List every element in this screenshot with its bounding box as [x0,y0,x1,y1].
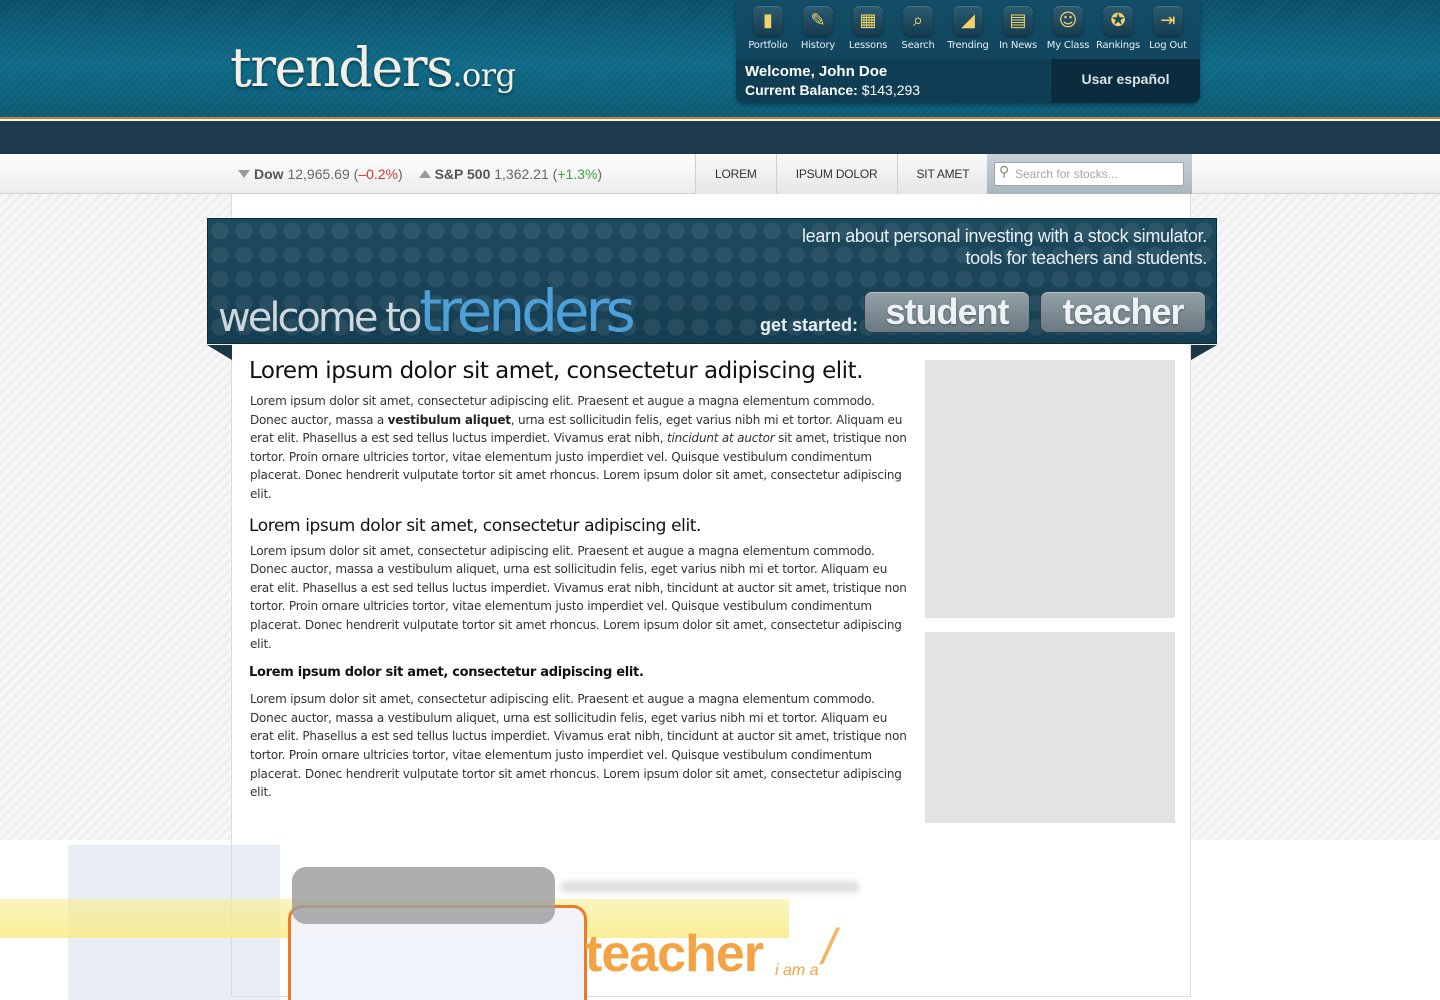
nav-label: Portfolio [748,40,788,51]
faded-iama-text: i am a [775,962,819,979]
tab-sit-amet[interactable]: Sit Amet [896,154,990,194]
tab-ipsum-dolor[interactable]: Ipsum Dolor [775,154,897,194]
language-toggle-button[interactable]: Usar español [1051,59,1200,103]
section-tabs: Lorem Ipsum Dolor Sit Amet [695,154,990,194]
magnifier-icon: ⚲ [999,164,1010,180]
tagline-line-2: tools for teachers and students. [965,248,1207,268]
ad-placeholder-bottom [925,632,1175,823]
article-heading-1: Lorem ipsum dolor sit amet, consectetur … [249,358,863,384]
tab-lorem[interactable]: Lorem [695,154,776,194]
ad-placeholder-top [925,360,1175,618]
sp500-name: S&P 500 [434,166,491,182]
down-arrow-icon [238,170,250,178]
nav-label: Rankings [1095,40,1141,51]
welcome-heading: welcome totrenders [218,277,636,345]
logo-main-text: trenders [230,36,454,99]
welcome-prefix: welcome to [218,295,422,341]
faded-shadow [560,881,860,893]
nav-label: Trending [947,40,989,51]
nav-rankings[interactable]: ✪ Rankings [1093,6,1143,56]
nav-history[interactable]: ✎ History [793,6,843,56]
dow-value: 12,965.69 [287,166,350,182]
market-ticker: Dow 12,965.69 (–0.2%) S&P 500 1,362.21 (… [238,166,602,182]
nav-label: Log Out [1149,40,1187,51]
nav-portfolio[interactable]: ▮ Portfolio [743,6,793,56]
site-header: trenders.org [0,0,1440,119]
stock-search: ⚲ [987,154,1192,194]
nav-label: History [800,40,836,51]
balance-label: Current Balance: [745,82,858,98]
log-out-icon: ⇥ [1153,6,1183,36]
article-paragraph-2: Lorem ipsum dolor sit amet, consectetur … [250,543,907,651]
nav-search[interactable]: ⌕ Search [893,6,943,56]
nav-label: My Class [1046,40,1090,51]
nav-in-news[interactable]: ▤ In News [993,6,1043,56]
search-icon: ⌕ [903,6,933,36]
my-class-icon: ☺ [1053,6,1083,36]
welcome-text: Welcome, John Doe [745,63,888,80]
article-paragraph-1: Lorem ipsum dolor sit amet, consectetur … [249,392,909,504]
article: Lorem ipsum dolor sit amet, consectetur … [249,358,909,802]
dow-name: Dow [254,166,284,182]
banner-tagline: learn about personal investing with a st… [802,225,1207,269]
stock-search-input[interactable] [1015,165,1180,183]
nav-label: Lessons [848,40,888,51]
history-icon: ✎ [803,6,833,36]
article-heading-2: Lorem ipsum dolor sit amet, consectetur … [249,515,702,536]
article-paragraph-3: Lorem ipsum dolor sit amet, consectetur … [250,692,907,800]
tagline-line-1: learn about personal investing with a st… [801,226,1207,246]
nav-lessons[interactable]: ▦ Lessons [843,6,893,56]
nav-trending[interactable]: ◢ Trending [943,6,993,56]
lessons-icon: ▦ [853,6,883,36]
balance-value: $143,293 [861,82,921,98]
nav-log-out[interactable]: ⇥ Log Out [1143,6,1193,56]
site-logo[interactable]: trenders.org [230,36,516,99]
subnav-bar [0,121,1440,154]
banner-fold-right [1191,345,1217,360]
nav-label: Search [901,40,935,51]
trending-icon: ◢ [953,6,983,36]
sp500-change: +1.3% [557,166,598,182]
banner-fold-left [207,345,232,360]
balance-line: Current Balance: $143,293 [745,81,1041,99]
news-icon: ▤ [1003,6,1033,36]
article-heading-3: Lorem ipsum dolor sit amet, consectetur … [249,665,644,681]
p1-italic-text: tincidunt at auctor [666,431,775,446]
logo-tld-text: .org [452,56,516,94]
welcome-brand: trenders [419,277,635,345]
rankings-icon: ✪ [1103,6,1133,36]
sp500-value: 1,362.21 [494,166,549,182]
portfolio-icon: ▮ [753,6,783,36]
welcome-banner: learn about personal investing with a st… [207,218,1217,345]
user-panel: ▮ Portfolio ✎ History ▦ Lessons ⌕ Search ◢ Tr… [736,0,1200,103]
up-arrow-icon [418,170,431,178]
search-field: ⚲ [994,162,1184,186]
p1-bold-text: vestibulum aliquet [387,412,511,427]
faded-teacher-text: teacher [585,925,764,983]
dow-change: –0.2% [358,166,399,182]
faded-gray-button [292,867,555,924]
faded-slash: / [822,919,836,975]
student-button[interactable]: student [864,291,1030,333]
get-started-label: get started: [760,315,859,335]
nav-my-class[interactable]: ☺ My Class [1043,6,1093,56]
nav-label: In News [998,40,1038,51]
account-summary: Welcome, John Doe Current Balance: $143,… [736,59,1050,103]
teacher-button[interactable]: teacher [1040,291,1206,333]
main-nav: ▮ Portfolio ✎ History ▦ Lessons ⌕ Search ◢ Tr… [736,6,1200,56]
